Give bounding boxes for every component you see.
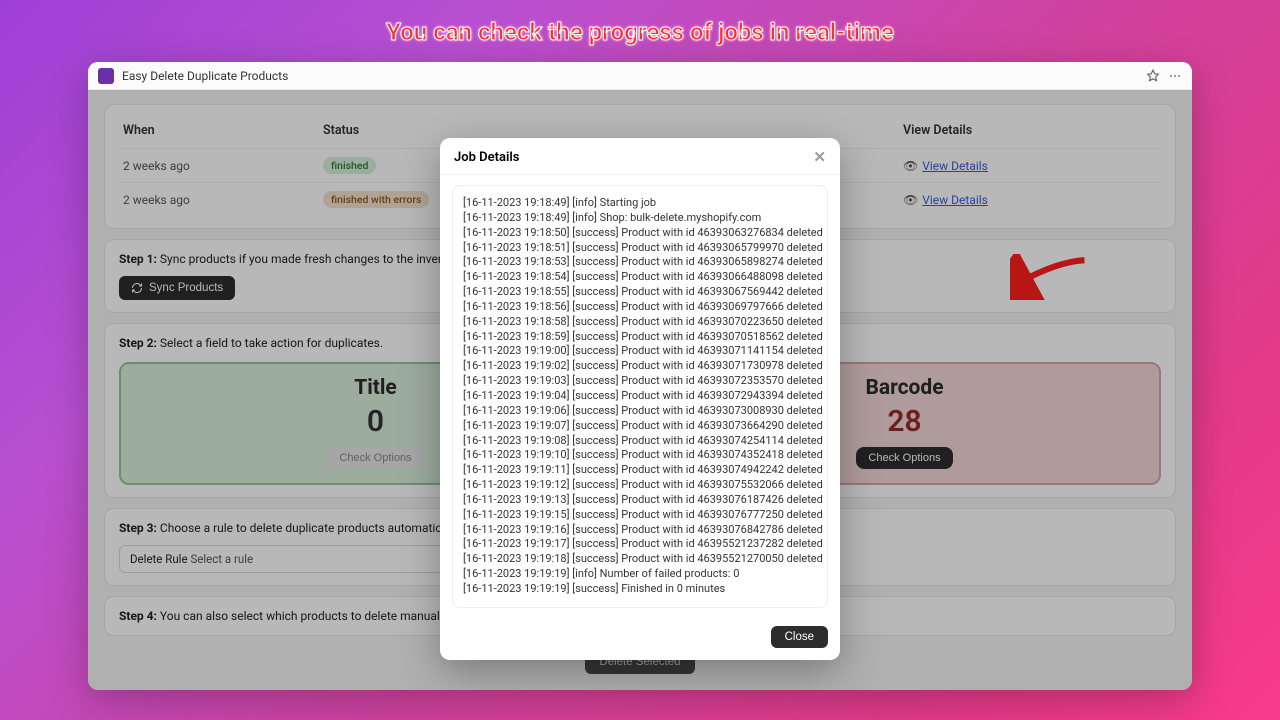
log-line: [16-11-2023 19:19:19] [info] Number of f…: [463, 567, 817, 582]
log-line: [16-11-2023 19:19:17] [success] Product …: [463, 537, 817, 552]
log-line: [16-11-2023 19:19:06] [success] Product …: [463, 404, 817, 419]
app-body: When Status View Details 2 weeks agofini…: [88, 90, 1192, 690]
log-line: [16-11-2023 19:19:11] [success] Product …: [463, 463, 817, 478]
modal-overlay: Job Details ✕ [16-11-2023 19:18:49] [inf…: [88, 90, 1192, 690]
log-line: [16-11-2023 19:19:15] [success] Product …: [463, 508, 817, 523]
modal-close-button[interactable]: Close: [771, 626, 828, 648]
app-window: Easy Delete Duplicate Products When Stat…: [88, 62, 1192, 690]
log-line: [16-11-2023 19:18:49] [info] Shop: bulk-…: [463, 211, 817, 226]
log-line: [16-11-2023 19:19:03] [success] Product …: [463, 374, 817, 389]
log-line: [16-11-2023 19:18:51] [success] Product …: [463, 241, 817, 256]
log-line: [16-11-2023 19:19:00] [success] Product …: [463, 344, 817, 359]
log-line: [16-11-2023 19:19:08] [success] Product …: [463, 434, 817, 449]
modal-close-icon[interactable]: ✕: [813, 148, 826, 166]
pin-icon[interactable]: [1146, 69, 1160, 83]
log-line: [16-11-2023 19:18:58] [success] Product …: [463, 315, 817, 330]
promo-banner: You can check the progress of jobs in re…: [0, 18, 1280, 46]
log-line: [16-11-2023 19:19:19] [success] Finished…: [463, 582, 817, 597]
log-line: [16-11-2023 19:19:04] [success] Product …: [463, 389, 817, 404]
modal-title: Job Details: [454, 150, 519, 165]
job-details-modal: Job Details ✕ [16-11-2023 19:18:49] [inf…: [440, 138, 840, 660]
log-line: [16-11-2023 19:19:13] [success] Product …: [463, 493, 817, 508]
log-line: [16-11-2023 19:18:49] [info] Starting jo…: [463, 196, 817, 211]
app-title: Easy Delete Duplicate Products: [122, 69, 288, 83]
log-line: [16-11-2023 19:18:56] [success] Product …: [463, 300, 817, 315]
more-icon[interactable]: [1168, 69, 1182, 83]
app-icon: [98, 68, 114, 84]
app-header: Easy Delete Duplicate Products: [88, 62, 1192, 90]
log-line: [16-11-2023 19:19:18] [success] Product …: [463, 552, 817, 567]
log-line: [16-11-2023 19:18:59] [success] Product …: [463, 330, 817, 345]
log-line: [16-11-2023 19:19:16] [success] Product …: [463, 523, 817, 538]
log-line: [16-11-2023 19:19:07] [success] Product …: [463, 419, 817, 434]
job-log: [16-11-2023 19:18:49] [info] Starting jo…: [452, 185, 828, 608]
log-line: [16-11-2023 19:18:54] [success] Product …: [463, 270, 817, 285]
log-line: [16-11-2023 19:19:12] [success] Product …: [463, 478, 817, 493]
log-line: [16-11-2023 19:18:50] [success] Product …: [463, 226, 817, 241]
log-line: [16-11-2023 19:18:55] [success] Product …: [463, 285, 817, 300]
log-line: [16-11-2023 19:18:53] [success] Product …: [463, 255, 817, 270]
log-line: [16-11-2023 19:19:02] [success] Product …: [463, 359, 817, 374]
log-line: [16-11-2023 19:19:10] [success] Product …: [463, 448, 817, 463]
